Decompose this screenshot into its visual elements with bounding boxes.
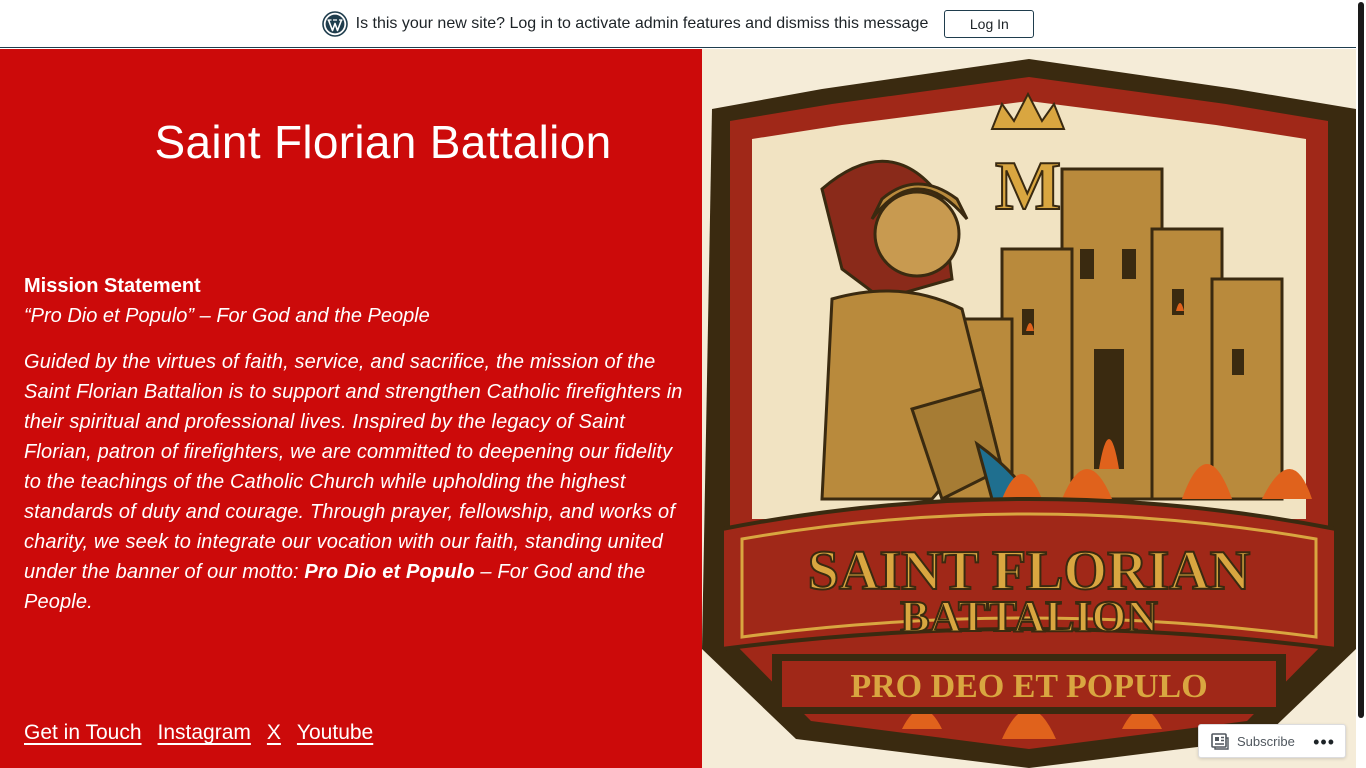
mission-body-start: Guided by the virtues of faith, service,… — [24, 351, 683, 583]
mission-section: Mission Statement “Pro Dio et Populo” – … — [24, 273, 684, 617]
page-scrollbar[interactable] — [1356, 0, 1366, 768]
emblem-image: M SAINT FLORIAN BATTALION PRO DEO ET POP… — [702, 49, 1356, 768]
intro-panel: Saint Florian Battalion Mission Statemen… — [0, 49, 702, 768]
battalion-emblem: M SAINT FLORIAN BATTALION PRO DEO ET POP… — [702, 49, 1356, 768]
get-in-touch-link[interactable]: Get in Touch — [24, 721, 142, 745]
wordpress-logo-icon — [321, 10, 348, 37]
social-links: Get in Touch Instagram X Youtube — [24, 721, 373, 745]
instagram-link[interactable]: Instagram — [158, 721, 251, 745]
x-link[interactable]: X — [267, 721, 281, 745]
reader-icon — [1211, 733, 1229, 750]
login-button[interactable]: Log In — [944, 9, 1035, 38]
mission-body: Guided by the virtues of faith, service,… — [24, 347, 684, 617]
admin-notice-bar: Is this your new site? Log in to activat… — [0, 0, 1356, 48]
youtube-link[interactable]: Youtube — [297, 721, 373, 745]
mission-body-motto: Pro Dio et Populo — [304, 561, 475, 583]
mission-heading: Mission Statement — [24, 275, 201, 297]
emblem-line-3: PRO DEO ET POPULO — [850, 668, 1207, 705]
scrollbar-thumb[interactable] — [1358, 2, 1364, 718]
subscribe-widget[interactable]: Subscribe ••• — [1198, 724, 1346, 758]
more-options-icon[interactable]: ••• — [1313, 732, 1335, 753]
emblem-line-2: BATTALION — [900, 592, 1158, 641]
emblem-monogram: M — [995, 148, 1061, 225]
site-title[interactable]: Saint Florian Battalion — [0, 115, 766, 169]
subscribe-label[interactable]: Subscribe — [1237, 734, 1295, 749]
motto-line: “Pro Dio et Populo” – For God and the Pe… — [24, 305, 430, 327]
notice-message: Is this your new site? Log in to activat… — [355, 14, 929, 32]
